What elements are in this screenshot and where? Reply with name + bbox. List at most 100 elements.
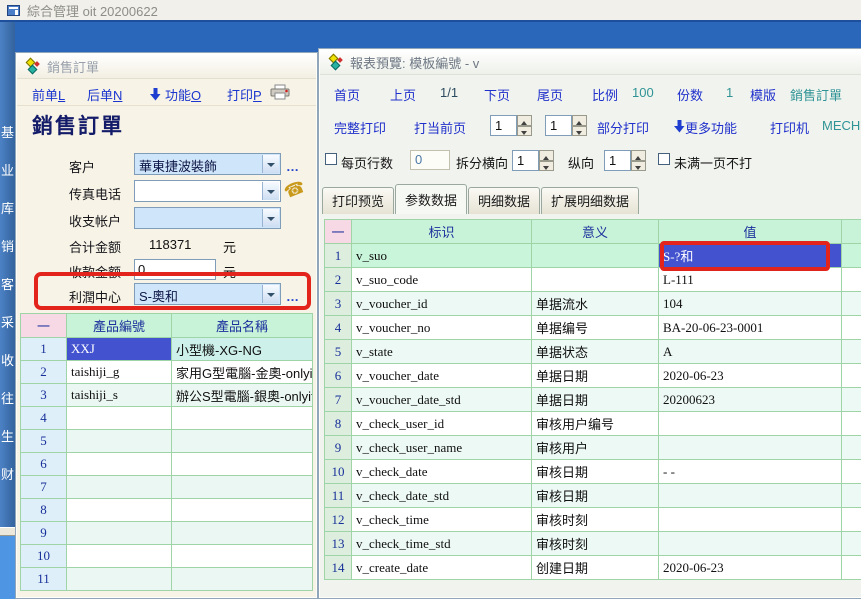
meaning-cell[interactable]: 单据日期 [532,364,659,388]
row-number-cell[interactable]: 11 [325,484,352,508]
row-number-cell[interactable]: 1 [325,244,352,268]
identifier-cell[interactable]: v_state [352,340,532,364]
sidebar-module-tab[interactable]: 库 [1,202,15,215]
row-number-cell[interactable]: 1 [21,338,67,361]
row-number-cell[interactable]: 6 [21,453,67,476]
value-cell[interactable]: 2020-06-23 [659,364,842,388]
row-number-cell[interactable]: 12 [325,508,352,532]
prev-order-menu[interactable]: 前单L [32,85,65,104]
product-code-cell[interactable]: taishiji_s [67,384,172,407]
report-tab[interactable]: 参数数据 [395,184,467,214]
prev-page-button[interactable]: 上页 [390,85,416,104]
product-code-cell[interactable] [67,522,172,545]
sidebar-module-tab[interactable]: 生 [1,430,15,443]
template-label[interactable]: 模版 [750,85,776,104]
meaning-cell[interactable]: 创建日期 [532,556,659,580]
value-cell[interactable]: L-111 [659,268,842,292]
combo-arrow-icon[interactable] [262,182,279,200]
value-cell[interactable] [659,436,842,460]
meaning-cell[interactable]: 审核日期 [532,460,659,484]
account-combobox[interactable] [134,207,281,229]
product-code-cell[interactable]: XXJ [67,338,172,361]
product-name-cell[interactable]: 家用G型電腦-金奧-onlyit [172,361,313,384]
next-order-menu[interactable]: 后单N [87,85,122,104]
row-number-cell[interactable]: 3 [21,384,67,407]
row-number-cell[interactable]: 6 [325,364,352,388]
sidebar-module-tab[interactable]: 采 [1,316,15,329]
meaning-cell[interactable]: 审核用户 [532,436,659,460]
row-number-cell[interactable]: 13 [325,532,352,556]
meaning-cell[interactable]: 审核时刻 [532,508,659,532]
spin-down-icon[interactable] [539,161,554,172]
product-name-cell[interactable] [172,453,313,476]
profit-center-combobox[interactable]: S-奧和 [134,283,281,305]
report-tab[interactable]: 打印预览 [322,187,394,214]
row-number-cell[interactable]: 4 [21,407,67,430]
page-to-spinner[interactable]: 1 [545,115,587,136]
identifier-cell[interactable]: v_check_time_std [352,532,532,556]
row-number-cell[interactable]: 8 [21,499,67,522]
product-code-cell[interactable] [67,499,172,522]
meaning-cell[interactable]: 单据状态 [532,340,659,364]
row-number-cell[interactable]: 9 [21,522,67,545]
meaning-cell[interactable]: 审核时刻 [532,532,659,556]
value-cell[interactable]: 2020-06-23 [659,556,842,580]
product-name-cell[interactable] [172,499,313,522]
split-horizontal-spinner[interactable]: 1 [512,150,554,171]
spin-down-icon[interactable] [517,126,532,137]
row-number-cell[interactable]: 11 [21,568,67,591]
customer-combobox[interactable]: 華東捷波裝飾 [134,153,281,175]
sidebar-module-tab[interactable]: 财 [1,468,15,481]
identifier-cell[interactable]: v_check_date_std [352,484,532,508]
print-current-page-button[interactable]: 打当前页 [414,118,466,137]
report-tab[interactable]: 明细数据 [468,187,540,214]
value-cell[interactable]: 104 [659,292,842,316]
row-number-cell[interactable]: 10 [21,545,67,568]
row-number-cell[interactable]: 3 [325,292,352,316]
meaning-cell[interactable]: 单据编号 [532,316,659,340]
spin-up-icon[interactable] [572,115,587,126]
sidebar-module-tab[interactable]: 收 [1,354,15,367]
no-partial-page-checkbox[interactable] [658,153,670,165]
page-from-spinner[interactable]: 1 [490,115,532,136]
next-page-button[interactable]: 下页 [484,85,510,104]
more-functions-button[interactable]: 更多功能 [674,118,685,133]
row-number-cell[interactable]: 5 [325,340,352,364]
identifier-cell[interactable]: v_suo_code [352,268,532,292]
fax-combobox[interactable] [134,180,281,202]
product-name-cell[interactable]: 小型機-XG-NG [172,338,313,361]
row-number-cell[interactable]: 9 [325,436,352,460]
product-code-cell[interactable] [67,476,172,499]
row-number-cell[interactable]: 2 [325,268,352,292]
identifier-cell[interactable]: v_create_date [352,556,532,580]
meaning-cell[interactable]: 单据日期 [532,388,659,412]
value-cell[interactable]: A [659,340,842,364]
value-cell[interactable]: S-?和 [659,244,842,268]
identifier-cell[interactable]: v_check_date [352,460,532,484]
meaning-cell[interactable]: 审核日期 [532,484,659,508]
printer-icon[interactable] [270,84,290,103]
identifier-cell[interactable]: v_check_user_name [352,436,532,460]
product-name-cell[interactable] [172,568,313,591]
first-page-button[interactable]: 首页 [334,85,360,104]
combo-arrow-icon[interactable] [262,155,279,173]
product-name-cell[interactable] [172,430,313,453]
value-cell[interactable] [659,508,842,532]
rows-per-page-checkbox[interactable] [325,153,337,165]
functions-menu[interactable]: 功能O [150,85,201,104]
identifier-cell[interactable]: v_voucher_date_std [352,388,532,412]
sidebar-module-tab[interactable]: 业 [1,164,15,177]
product-name-cell[interactable] [172,545,313,568]
split-vertical-spinner[interactable]: 1 [604,150,646,171]
value-cell[interactable]: - - [659,460,842,484]
meaning-cell[interactable]: 单据流水 [532,292,659,316]
combo-arrow-icon[interactable] [262,285,279,303]
spin-down-icon[interactable] [572,126,587,137]
sidebar-module-tab[interactable]: 客 [1,278,15,291]
phone-icon[interactable]: ☎ [282,178,308,202]
copies-value[interactable]: 1 [726,85,733,100]
scale-value[interactable]: 100 [632,85,654,100]
product-code-cell[interactable] [67,407,172,430]
printer-label[interactable]: 打印机 [770,118,809,137]
product-code-cell[interactable] [67,545,172,568]
